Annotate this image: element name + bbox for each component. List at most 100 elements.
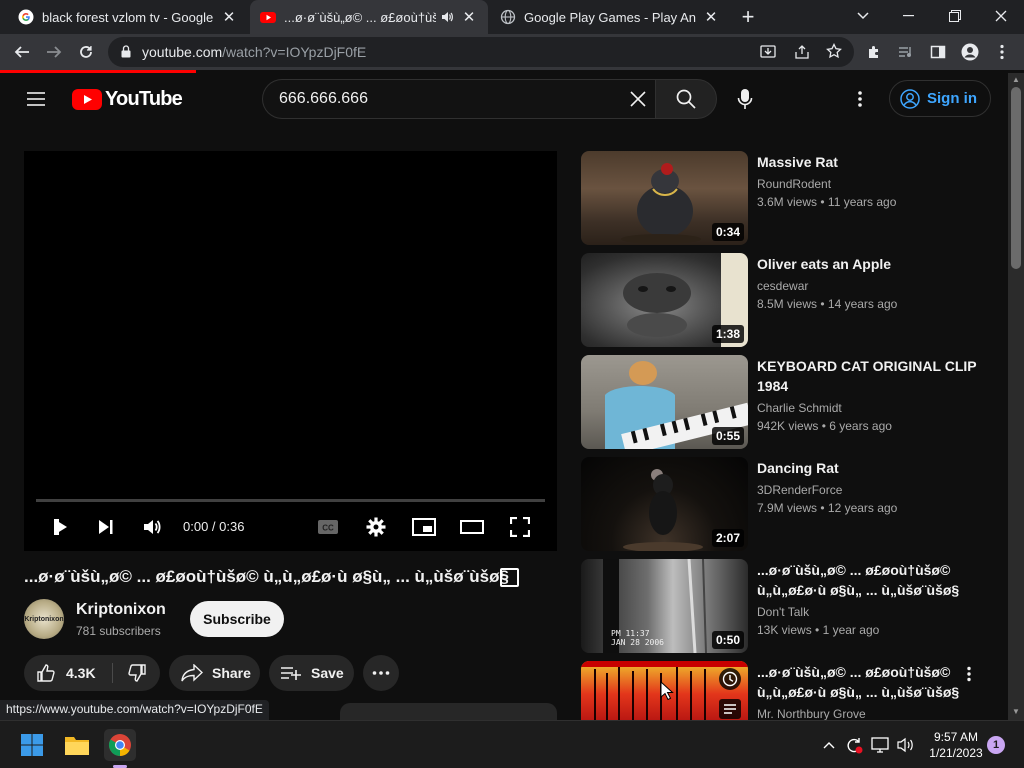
video-thumbnail[interactable]: 1:38 bbox=[581, 253, 748, 347]
close-tab-icon[interactable]: ✕ bbox=[220, 8, 238, 26]
youtube-header: YouTube 666.666.666 Sign in bbox=[0, 73, 1008, 125]
back-arrow-icon[interactable] bbox=[8, 38, 36, 66]
progress-bar[interactable] bbox=[36, 499, 545, 502]
side-panel-icon[interactable] bbox=[924, 38, 952, 66]
google-g-icon bbox=[18, 9, 34, 25]
channel-name[interactable]: Kriptonixon bbox=[76, 601, 166, 619]
extensions-puzzle-icon[interactable] bbox=[860, 38, 888, 66]
channel-name: Charlie Schmidt bbox=[757, 401, 842, 415]
watch-later-clock-icon[interactable] bbox=[719, 668, 741, 690]
share-button[interactable]: Share bbox=[169, 655, 260, 691]
restore-button[interactable] bbox=[932, 0, 978, 32]
upload-age: 14 years ago bbox=[827, 297, 898, 311]
tab-google-play-games[interactable]: Google Play Games - Play Androi ✕ bbox=[490, 0, 730, 34]
windows-start-icon[interactable] bbox=[16, 729, 48, 761]
dislike-button[interactable] bbox=[113, 655, 160, 691]
video-thumbnail[interactable]: PM 11:37 JAN 28 2006 0:50 bbox=[581, 559, 748, 653]
item-menu-icon[interactable] bbox=[967, 666, 971, 682]
theater-mode-icon[interactable] bbox=[458, 513, 486, 541]
video-duration: 1:38 bbox=[711, 325, 744, 343]
video-thumbnail[interactable]: 0:55 bbox=[581, 355, 748, 449]
sign-in-button[interactable]: Sign in bbox=[889, 80, 991, 117]
scroll-up-arrow-icon[interactable]: ▲ bbox=[1012, 76, 1020, 84]
settings-gear-icon[interactable] bbox=[362, 513, 390, 541]
speaker-icon[interactable] bbox=[440, 10, 454, 24]
video-meta: 942K views • 6 years ago bbox=[757, 419, 892, 433]
youtube-logo-icon bbox=[72, 89, 102, 110]
subscribe-button[interactable]: Subscribe bbox=[190, 601, 284, 637]
windows-taskbar: 9:57 AM 1/21/2023 1 bbox=[0, 720, 1024, 768]
recommendation-item[interactable]: 0:55 KEYBOARD CAT ORIGINAL CLIP 1984 Cha… bbox=[581, 355, 1001, 450]
close-window-button[interactable] bbox=[978, 0, 1024, 32]
video-meta: 8.5M views • 14 years ago bbox=[757, 297, 898, 311]
bookmark-star-icon[interactable] bbox=[826, 43, 842, 59]
recommendation-item[interactable]: PM 11:37 JAN 28 2006 0:50 ...ø·ø¨ùšù„ø© … bbox=[581, 559, 1001, 654]
media-queue-icon[interactable] bbox=[892, 38, 920, 66]
address-bar[interactable]: youtube.com/watch?v=IOYpzDjF0fE bbox=[108, 37, 854, 67]
fullscreen-icon[interactable] bbox=[506, 513, 534, 541]
youtube-wordmark: YouTube bbox=[105, 88, 183, 110]
description-box[interactable] bbox=[340, 703, 557, 720]
video-title: Dancing Rat bbox=[757, 460, 839, 476]
youtube-logo[interactable]: YouTube bbox=[72, 88, 183, 111]
settings-more-icon[interactable] bbox=[848, 85, 872, 113]
video-player[interactable]: 0:00 / 0:36 CC bbox=[24, 151, 557, 551]
search-input[interactable]: 666.666.666 bbox=[262, 79, 656, 119]
recommendation-item[interactable]: 1:38 Oliver eats an Apple cesdewar 8.5M … bbox=[581, 253, 1001, 348]
notification-badge[interactable]: 1 bbox=[987, 736, 1005, 754]
video-thumbnail[interactable]: 2:07 bbox=[581, 457, 748, 551]
video-duration: 0:50 bbox=[711, 631, 744, 649]
like-button[interactable]: 4.3K bbox=[24, 655, 112, 691]
close-tab-icon[interactable]: ✕ bbox=[460, 8, 478, 26]
next-video-icon[interactable] bbox=[92, 513, 120, 541]
new-tab-button[interactable]: + bbox=[736, 4, 760, 29]
sync-error-icon[interactable] bbox=[840, 729, 868, 761]
voice-search-button[interactable] bbox=[725, 79, 765, 119]
timestamp-overlay: PM 11:37 JAN 28 2006 bbox=[611, 629, 664, 647]
page-scrollbar[interactable]: ▲ ▼ bbox=[1008, 73, 1024, 720]
subtitles-cc-icon[interactable]: CC bbox=[314, 513, 342, 541]
video-title: ...ø·ø¨ùšù„ø© ... ø£øoù†ùšø© ù„ù„ø£ø·ù ø… bbox=[757, 664, 960, 700]
channel-name: cesdewar bbox=[757, 279, 809, 293]
share-page-icon[interactable] bbox=[794, 44, 810, 60]
network-icon[interactable] bbox=[866, 729, 894, 761]
browser-menu-icon[interactable] bbox=[988, 38, 1016, 66]
close-tab-icon[interactable]: ✕ bbox=[702, 8, 720, 26]
more-actions-button[interactable] bbox=[363, 655, 399, 691]
chrome-taskbar-icon[interactable] bbox=[104, 729, 136, 761]
lock-icon[interactable] bbox=[121, 45, 131, 58]
file-explorer-icon[interactable] bbox=[61, 729, 93, 761]
minimize-button[interactable] bbox=[886, 0, 932, 32]
miniplayer-icon[interactable] bbox=[410, 513, 438, 541]
install-app-icon[interactable] bbox=[760, 44, 776, 60]
video-thumbnail[interactable]: 0:34 bbox=[581, 151, 748, 245]
scroll-down-arrow-icon[interactable]: ▼ bbox=[1012, 708, 1020, 716]
tab-title: ...ø·ø¨ùšù„ø© ... ø£øoù†ùšø© bbox=[284, 9, 436, 25]
save-button[interactable]: Save bbox=[269, 655, 354, 691]
search-query: 666.666.666 bbox=[279, 90, 368, 107]
reload-icon[interactable] bbox=[72, 38, 100, 66]
add-to-playlist-icon bbox=[281, 667, 301, 680]
scrollbar-thumb[interactable] bbox=[1011, 87, 1021, 269]
hamburger-menu-icon[interactable] bbox=[20, 85, 52, 113]
system-clock[interactable]: 9:57 AM 1/21/2023 bbox=[921, 729, 991, 761]
volume-icon[interactable] bbox=[138, 513, 166, 541]
avatar[interactable]: Kriptonixon bbox=[24, 599, 64, 639]
view-count: 942K views bbox=[757, 419, 819, 433]
url-text: youtube.com/watch?v=IOYpzDjF0fE bbox=[142, 44, 366, 60]
volume-speaker-icon[interactable] bbox=[892, 729, 920, 761]
recommendation-item[interactable]: 0:34 Massive Rat RoundRodent 3.6M views … bbox=[581, 151, 1001, 246]
recommendation-item[interactable]: ...ø·ø¨ùšù„ø© ... ø£øoù†ùšø© ù„ù„ø£ø·ù ø… bbox=[581, 661, 1001, 720]
tab-google-search[interactable]: black forest vzlom tv - Google Se ✕ bbox=[8, 0, 248, 34]
add-to-queue-icon[interactable] bbox=[719, 699, 741, 719]
recommendation-item[interactable]: 2:07 Dancing Rat 3DRenderForce 7.9M view… bbox=[581, 457, 1001, 552]
view-count: 13K views bbox=[757, 623, 812, 637]
search-button[interactable] bbox=[655, 79, 717, 119]
clear-search-icon[interactable] bbox=[627, 88, 649, 110]
profile-icon[interactable] bbox=[956, 38, 984, 66]
forward-arrow-icon[interactable] bbox=[40, 38, 68, 66]
play-icon[interactable] bbox=[46, 513, 74, 541]
tab-youtube-video[interactable]: ...ø·ø¨ùšù„ø© ... ø£øoù†ùšø© ✕ bbox=[250, 0, 488, 34]
tab-search-chevron-down-icon[interactable] bbox=[840, 0, 886, 32]
more-horizontal-icon bbox=[372, 671, 390, 675]
